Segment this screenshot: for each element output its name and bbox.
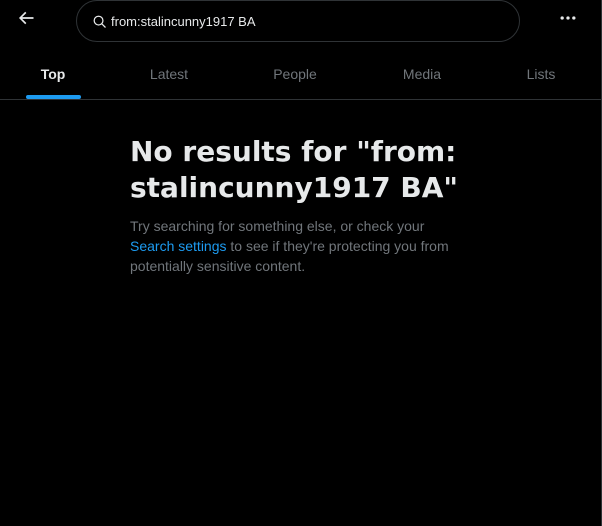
search-icon (91, 13, 107, 29)
tab-label: People (273, 65, 317, 82)
empty-state-text-before: Try searching for something else, or che… (130, 218, 425, 234)
active-tab-indicator (26, 95, 81, 99)
tab-people[interactable]: People (232, 48, 358, 99)
tab-media[interactable]: Media (358, 48, 486, 99)
tab-latest[interactable]: Latest (106, 48, 232, 99)
search-box[interactable] (76, 0, 520, 42)
ellipsis-icon (558, 8, 578, 33)
search-results-page: Top Latest People Media Lists No results… (0, 0, 602, 526)
tab-lists[interactable]: Lists (486, 48, 596, 99)
empty-state-title: No results for "from:stalincunny1917 BA" (130, 135, 459, 204)
tab-top[interactable]: Top (0, 48, 106, 99)
more-options-button[interactable] (552, 4, 584, 36)
arrow-left-icon (16, 8, 36, 33)
back-button[interactable] (10, 4, 42, 36)
tab-label: Top (40, 65, 66, 82)
tab-label: Lists (526, 65, 556, 82)
search-tabs: Top Latest People Media Lists (0, 48, 601, 100)
tab-label: Media (402, 65, 442, 82)
tab-label: Latest (149, 65, 189, 82)
search-input[interactable] (111, 11, 519, 31)
search-settings-link[interactable]: Search settings (130, 238, 227, 254)
empty-state: No results for "from:stalincunny1917 BA"… (130, 134, 475, 276)
empty-state-message: Try searching for something else, or che… (130, 216, 450, 276)
search-header (0, 0, 601, 44)
